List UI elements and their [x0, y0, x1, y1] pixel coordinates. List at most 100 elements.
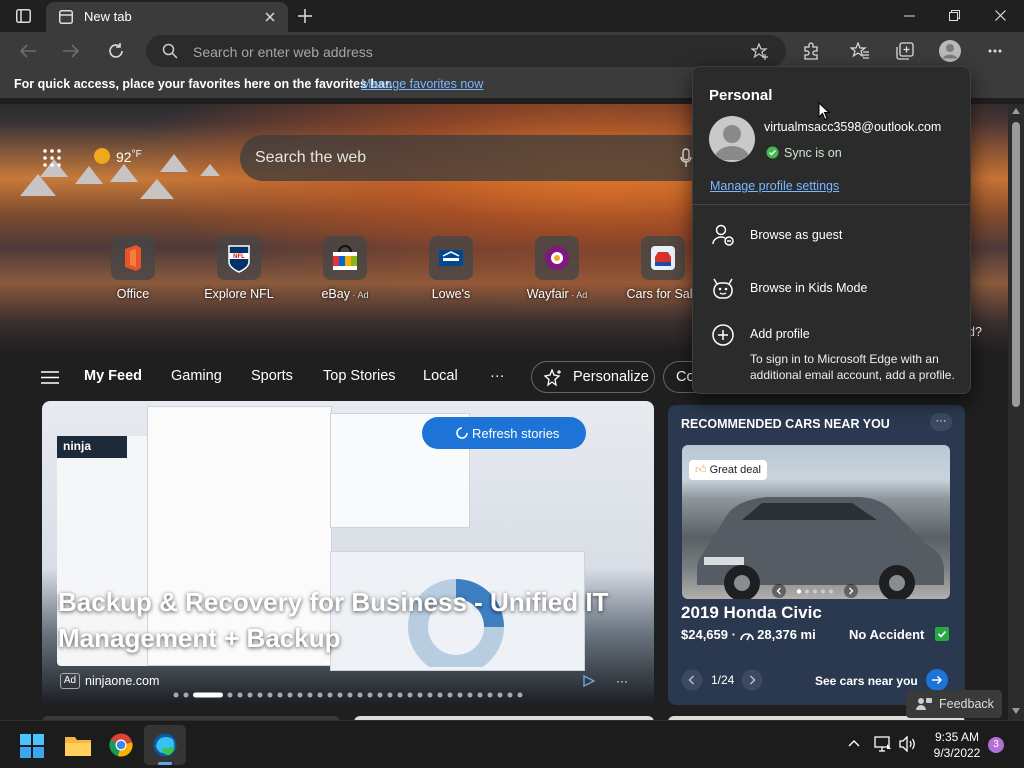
see-cars-near-you-link[interactable]: See cars near you: [815, 674, 918, 688]
story-more-options[interactable]: ···: [616, 674, 628, 688]
feed-tab-gaming[interactable]: Gaming: [171, 368, 222, 384]
notification-badge[interactable]: 3: [988, 737, 1004, 753]
cars-prev-icon[interactable]: [681, 669, 703, 691]
carousel-dots[interactable]: [173, 692, 523, 698]
profile-title: Personal: [709, 87, 773, 104]
weather-unit: °F: [131, 149, 142, 160]
file-explorer-icon[interactable]: [65, 734, 91, 756]
active-app-indicator: [158, 762, 172, 765]
taskbar-clock[interactable]: 9:35 AM 9/3/2022: [927, 729, 987, 761]
car-mileage: 28,376 mi: [757, 627, 816, 642]
quick-link-wayfair[interactable]: Wayfair · Ad: [507, 236, 607, 301]
quick-link-ebay[interactable]: eBay · Ad: [295, 236, 395, 301]
guest-user-icon: [711, 223, 735, 247]
see-cars-arrow-icon[interactable]: [926, 669, 948, 691]
restore-icon[interactable]: [949, 10, 960, 21]
apps-grid-icon[interactable]: [43, 149, 61, 167]
feed-more-tabs[interactable]: ···: [490, 368, 505, 384]
clock-time: 9:35 AM: [934, 730, 980, 744]
taskbar: 9:35 AM 9/3/2022 3: [0, 720, 1024, 768]
windows-start-icon[interactable]: [20, 734, 44, 758]
photo-prev-icon[interactable]: [772, 584, 786, 598]
title-bar: New tab: [0, 0, 1024, 32]
refresh-stories-button[interactable]: Refresh stories: [422, 417, 586, 449]
forward-icon[interactable]: [62, 43, 80, 59]
network-icon[interactable]: [874, 736, 892, 752]
manage-favorites-link[interactable]: Manage favorites now: [361, 77, 483, 91]
manage-profile-settings-link[interactable]: Manage profile settings: [710, 179, 839, 193]
photo-next-icon[interactable]: [844, 584, 858, 598]
decor: [75, 166, 103, 184]
tab-title: New tab: [84, 9, 132, 24]
page-scrollbar[interactable]: [1008, 104, 1024, 720]
feed-tab-local[interactable]: Local: [423, 368, 458, 384]
web-search-box[interactable]: Search the web: [240, 135, 710, 181]
feed-tab-sports[interactable]: Sports: [251, 368, 293, 384]
quick-link-explore-nfl[interactable]: NFL Explore NFL: [189, 236, 289, 301]
favorites-icon[interactable]: [850, 42, 870, 60]
quick-link-label: Explore NFL: [204, 287, 274, 301]
quick-link-office[interactable]: Office: [83, 236, 183, 301]
settings-more-icon[interactable]: [988, 49, 1002, 53]
scrollbar-thumb[interactable]: [1012, 122, 1020, 407]
story-source[interactable]: ninjaone.com: [85, 674, 159, 688]
browse-in-kids-mode-item[interactable]: Browse in Kids Mode: [693, 270, 970, 306]
quick-link-lowes[interactable]: Lowe's: [401, 236, 501, 301]
great-deal-badge: 👍︎ Great deal: [689, 460, 767, 480]
personalize-button[interactable]: Personalize: [531, 361, 655, 393]
decor: [140, 179, 174, 199]
tab-actions-icon[interactable]: [16, 9, 31, 23]
edge-taskbar-button[interactable]: [144, 725, 186, 765]
scroll-up-icon[interactable]: [1012, 108, 1020, 114]
browse-as-guest-item[interactable]: Browse as guest: [693, 217, 970, 253]
cars-more-options[interactable]: ···: [930, 413, 952, 431]
ad-label: · Ad: [568, 290, 588, 300]
show-hidden-icons-chevron-icon[interactable]: [848, 739, 860, 747]
personalize-sparkle-icon: [544, 369, 562, 387]
scroll-down-icon[interactable]: [1012, 708, 1020, 714]
story-headline[interactable]: Backup & Recovery for Business - Unified…: [58, 584, 638, 656]
refresh-icon[interactable]: [107, 42, 125, 60]
quick-link-label: eBay: [321, 287, 350, 301]
close-window-icon[interactable]: [995, 10, 1006, 21]
minimize-icon[interactable]: [904, 15, 915, 17]
recommended-cars-card[interactable]: RECOMMENDED CARS NEAR YOU ··· 👍︎ Great d…: [668, 405, 965, 705]
odometer-icon: [739, 627, 758, 642]
new-tab-plus-icon[interactable]: [297, 8, 313, 24]
kids-mode-icon: [711, 276, 735, 300]
car-model[interactable]: 2019 Honda Civic: [681, 603, 822, 623]
tab-new-tab[interactable]: New tab: [46, 2, 288, 32]
sync-status: Sync is on: [784, 146, 842, 160]
profile-avatar: [709, 116, 755, 162]
feed-tab-top-stories[interactable]: Top Stories: [323, 368, 396, 384]
add-favorite-star-icon[interactable]: [751, 43, 769, 60]
feedback-icon: [916, 697, 932, 711]
car-photo[interactable]: 👍︎ Great deal: [682, 445, 950, 599]
address-bar[interactable]: Search or enter web address: [146, 35, 786, 67]
feedback-button[interactable]: Feedback: [906, 690, 1002, 718]
cars-next-icon[interactable]: [741, 669, 763, 691]
wayfair-icon: [535, 236, 579, 280]
cars-icon: [641, 236, 685, 280]
decor: [200, 164, 220, 176]
profile-avatar-icon[interactable]: [938, 39, 962, 63]
quick-link-label: Cars for Sale: [626, 287, 700, 301]
ad-label: · Ad: [349, 290, 369, 300]
chrome-icon[interactable]: [109, 733, 133, 757]
feed-tab-my-feed[interactable]: My Feed: [84, 368, 142, 384]
toolbar: Search or enter web address: [0, 32, 1024, 70]
volume-icon[interactable]: [899, 736, 917, 752]
quick-link-label: Office: [116, 287, 150, 301]
microphone-icon[interactable]: [680, 148, 692, 168]
edge-icon: [153, 733, 177, 757]
back-icon[interactable]: [19, 43, 37, 59]
collections-icon[interactable]: [896, 42, 914, 60]
extensions-icon[interactable]: [802, 42, 820, 60]
add-circle-icon: [711, 323, 735, 347]
photo-carousel-dots[interactable]: [796, 589, 836, 594]
ad-choices-icon[interactable]: [583, 675, 595, 687]
web-search-placeholder: Search the web: [255, 149, 367, 166]
quick-link-label: Wayfair: [526, 287, 569, 301]
hamburger-menu-icon[interactable]: [41, 371, 59, 384]
close-tab-icon[interactable]: [265, 12, 275, 22]
